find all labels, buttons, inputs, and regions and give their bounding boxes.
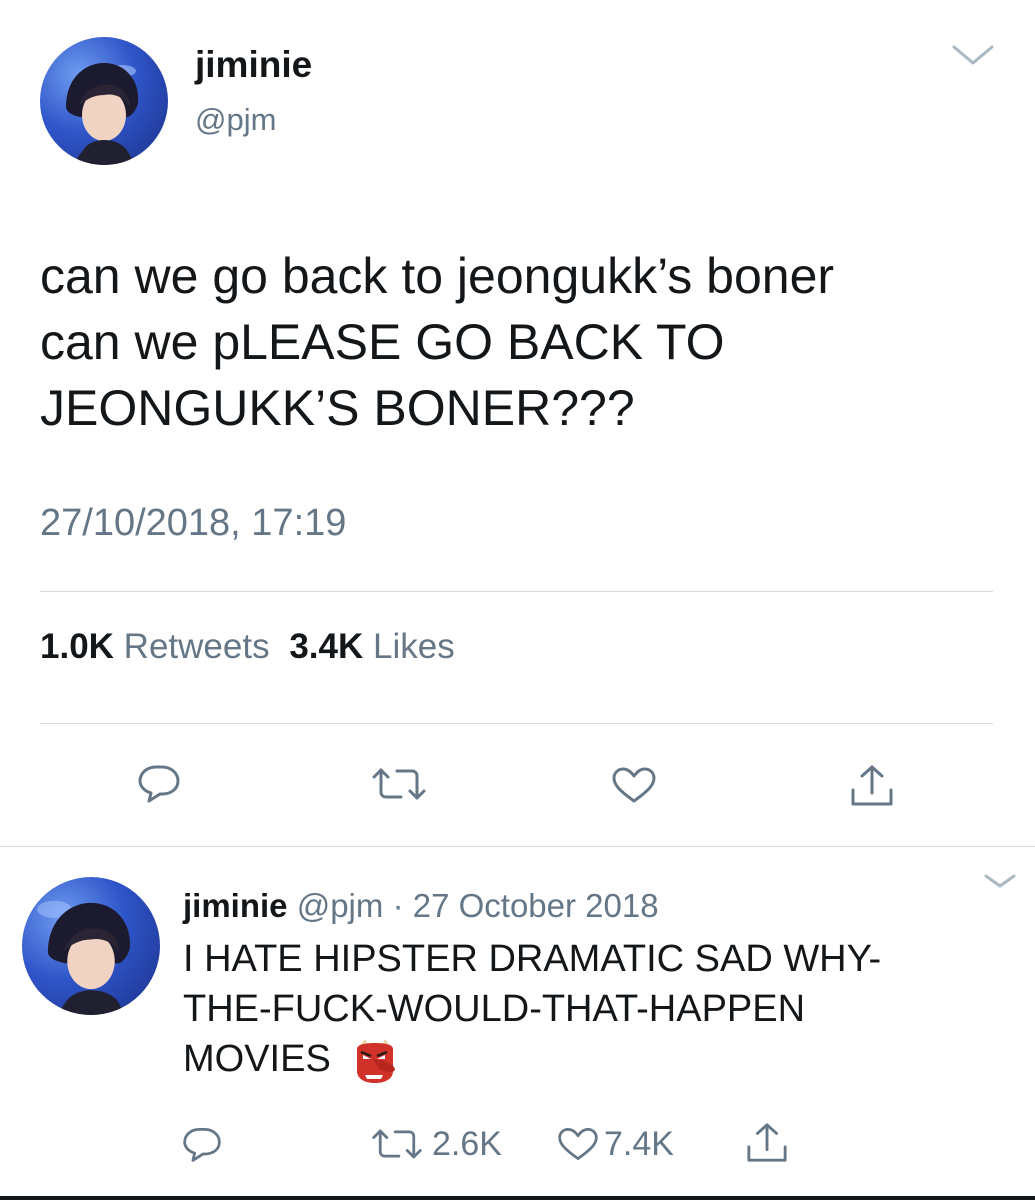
- likes-count: 3.4K: [289, 627, 364, 666]
- retweet-action[interactable]: 2.6K: [370, 1124, 502, 1164]
- timestamp[interactable]: 27/10/2018, 17:19: [40, 502, 346, 545]
- avatar[interactable]: [22, 877, 160, 1015]
- share-icon[interactable]: [849, 764, 895, 808]
- reply-header: jiminie @pjm · 27 October 2018: [183, 887, 659, 925]
- tweet-text-line: can we go back to jeongukk’s boner: [40, 248, 835, 304]
- goblin-mask-emoji: [349, 1037, 399, 1085]
- chevron-down-icon[interactable]: [950, 42, 996, 68]
- retweet-icon: [370, 1127, 424, 1161]
- like-icon: [556, 1126, 600, 1162]
- tweet-text-line: MOVIES: [183, 1038, 331, 1080]
- chevron-down-icon[interactable]: [982, 872, 1018, 890]
- separator: ·: [392, 887, 404, 924]
- likes-label: Likes: [372, 627, 455, 666]
- retweets-label: Retweets: [123, 627, 270, 666]
- reply-icon[interactable]: [181, 1125, 223, 1163]
- like-count: 7.4K: [604, 1124, 674, 1163]
- like-action[interactable]: 7.4K: [556, 1124, 674, 1164]
- like-icon[interactable]: [610, 766, 658, 804]
- tweet-text-line: I HATE HIPSTER DRAMATIC SAD WHY-: [183, 938, 882, 980]
- tweet-text-last: MOVIES: [183, 1035, 399, 1085]
- retweet-count: 2.6K: [432, 1124, 502, 1163]
- display-name[interactable]: jiminie: [195, 44, 312, 86]
- tweet-text-line: JEONGUKK’S BONER???: [40, 380, 635, 436]
- tweet-text-line: can we pLEASE GO BACK TO: [40, 314, 725, 370]
- likes-stat[interactable]: 3.4K Likes: [289, 627, 454, 666]
- handle[interactable]: @pjm: [297, 887, 384, 924]
- share-icon[interactable]: [745, 1122, 789, 1164]
- retweets-count: 1.0K: [40, 627, 114, 666]
- bottom-border: [0, 1196, 1035, 1200]
- divider: [0, 846, 1035, 847]
- divider: [40, 723, 993, 724]
- tweet-text-line: THE-FUCK-WOULD-THAT-HAPPEN: [183, 988, 806, 1030]
- engagement-stats: 1.0K Retweets 3.4K Likes: [40, 627, 455, 667]
- display-name[interactable]: jiminie: [183, 887, 288, 924]
- reply-icon[interactable]: [136, 763, 182, 803]
- divider: [40, 591, 993, 592]
- handle[interactable]: @pjm: [195, 102, 276, 138]
- retweet-icon[interactable]: [370, 766, 428, 802]
- avatar[interactable]: [40, 37, 168, 165]
- retweets-stat[interactable]: 1.0K Retweets: [40, 627, 279, 666]
- tweet-date[interactable]: 27 October 2018: [413, 887, 659, 924]
